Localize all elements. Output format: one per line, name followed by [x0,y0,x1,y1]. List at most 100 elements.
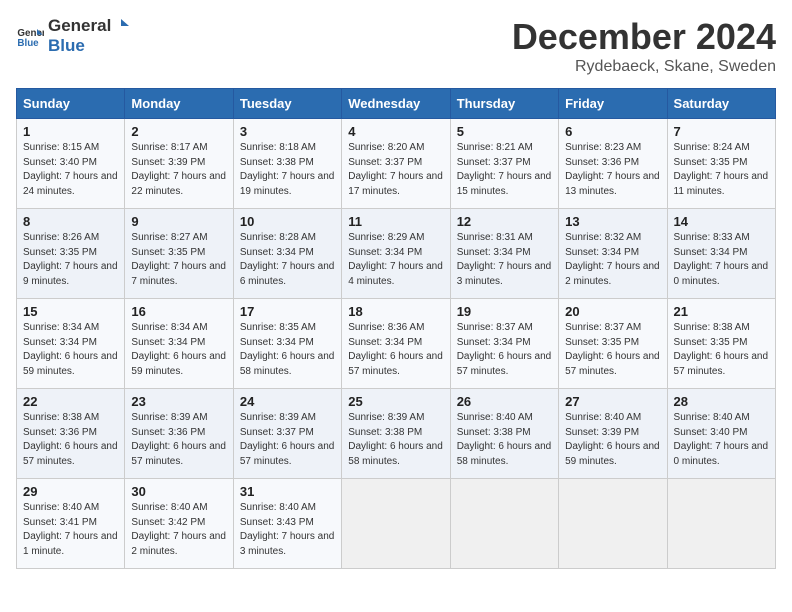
day-info: Sunrise: 8:39 AM Sunset: 3:36 PM Dayligh… [131,411,226,469]
day-cell: 25 Sunrise: 8:39 AM Sunset: 3:38 PM Dayl… [342,389,450,479]
day-info: Sunrise: 8:24 AM Sunset: 3:35 PM Dayligh… [674,141,769,199]
day-cell: 17 Sunrise: 8:35 AM Sunset: 3:34 PM Dayl… [233,299,341,389]
header-row: SundayMondayTuesdayWednesdayThursdayFrid… [17,89,776,119]
month-title: December 2024 [512,16,776,58]
day-info: Sunrise: 8:40 AM Sunset: 3:43 PM Dayligh… [240,501,335,559]
day-number: 9 [131,214,226,229]
day-info: Sunrise: 8:27 AM Sunset: 3:35 PM Dayligh… [131,231,226,289]
day-cell: 13 Sunrise: 8:32 AM Sunset: 3:34 PM Dayl… [559,209,667,299]
day-number: 2 [131,124,226,139]
day-number: 17 [240,304,335,319]
day-info: Sunrise: 8:17 AM Sunset: 3:39 PM Dayligh… [131,141,226,199]
day-cell: 23 Sunrise: 8:39 AM Sunset: 3:36 PM Dayl… [125,389,233,479]
day-cell: 29 Sunrise: 8:40 AM Sunset: 3:41 PM Dayl… [17,479,125,569]
logo-blue: Blue [48,36,131,56]
day-cell: 15 Sunrise: 8:34 AM Sunset: 3:34 PM Dayl… [17,299,125,389]
title-area: December 2024 Rydebaeck, Skane, Sweden [512,16,776,76]
day-number: 16 [131,304,226,319]
header-friday: Friday [559,89,667,119]
day-cell: 3 Sunrise: 8:18 AM Sunset: 3:38 PM Dayli… [233,119,341,209]
day-info: Sunrise: 8:18 AM Sunset: 3:38 PM Dayligh… [240,141,335,199]
day-number: 26 [457,394,552,409]
day-cell: 24 Sunrise: 8:39 AM Sunset: 3:37 PM Dayl… [233,389,341,479]
day-cell: 21 Sunrise: 8:38 AM Sunset: 3:35 PM Dayl… [667,299,775,389]
day-info: Sunrise: 8:26 AM Sunset: 3:35 PM Dayligh… [23,231,118,289]
day-cell: 10 Sunrise: 8:28 AM Sunset: 3:34 PM Dayl… [233,209,341,299]
day-cell: 20 Sunrise: 8:37 AM Sunset: 3:35 PM Dayl… [559,299,667,389]
calendar-table: SundayMondayTuesdayWednesdayThursdayFrid… [16,88,776,569]
day-info: Sunrise: 8:39 AM Sunset: 3:38 PM Dayligh… [348,411,443,469]
week-row-2: 8 Sunrise: 8:26 AM Sunset: 3:35 PM Dayli… [17,209,776,299]
day-info: Sunrise: 8:32 AM Sunset: 3:34 PM Dayligh… [565,231,660,289]
day-cell [667,479,775,569]
day-cell: 27 Sunrise: 8:40 AM Sunset: 3:39 PM Dayl… [559,389,667,479]
day-cell: 28 Sunrise: 8:40 AM Sunset: 3:40 PM Dayl… [667,389,775,479]
day-cell: 4 Sunrise: 8:20 AM Sunset: 3:37 PM Dayli… [342,119,450,209]
day-number: 24 [240,394,335,409]
day-number: 7 [674,124,769,139]
day-info: Sunrise: 8:40 AM Sunset: 3:38 PM Dayligh… [457,411,552,469]
day-number: 22 [23,394,118,409]
logo: General Blue General Blue [16,16,131,56]
day-info: Sunrise: 8:39 AM Sunset: 3:37 PM Dayligh… [240,411,335,469]
day-info: Sunrise: 8:20 AM Sunset: 3:37 PM Dayligh… [348,141,443,199]
day-number: 19 [457,304,552,319]
day-number: 30 [131,484,226,499]
day-cell [450,479,558,569]
day-cell: 1 Sunrise: 8:15 AM Sunset: 3:40 PM Dayli… [17,119,125,209]
day-info: Sunrise: 8:29 AM Sunset: 3:34 PM Dayligh… [348,231,443,289]
header-wednesday: Wednesday [342,89,450,119]
day-cell [342,479,450,569]
day-info: Sunrise: 8:23 AM Sunset: 3:36 PM Dayligh… [565,141,660,199]
day-number: 3 [240,124,335,139]
day-cell: 26 Sunrise: 8:40 AM Sunset: 3:38 PM Dayl… [450,389,558,479]
day-cell: 14 Sunrise: 8:33 AM Sunset: 3:34 PM Dayl… [667,209,775,299]
day-cell: 7 Sunrise: 8:24 AM Sunset: 3:35 PM Dayli… [667,119,775,209]
day-info: Sunrise: 8:21 AM Sunset: 3:37 PM Dayligh… [457,141,552,199]
day-info: Sunrise: 8:36 AM Sunset: 3:34 PM Dayligh… [348,321,443,379]
day-info: Sunrise: 8:40 AM Sunset: 3:40 PM Dayligh… [674,411,769,469]
header-sunday: Sunday [17,89,125,119]
day-cell: 11 Sunrise: 8:29 AM Sunset: 3:34 PM Dayl… [342,209,450,299]
day-info: Sunrise: 8:38 AM Sunset: 3:36 PM Dayligh… [23,411,118,469]
day-info: Sunrise: 8:38 AM Sunset: 3:35 PM Dayligh… [674,321,769,379]
day-number: 29 [23,484,118,499]
day-number: 20 [565,304,660,319]
header-saturday: Saturday [667,89,775,119]
day-number: 13 [565,214,660,229]
svg-text:Blue: Blue [17,38,39,49]
day-number: 11 [348,214,443,229]
page-header: General Blue General Blue December 2024 … [16,16,776,76]
day-number: 6 [565,124,660,139]
day-cell: 2 Sunrise: 8:17 AM Sunset: 3:39 PM Dayli… [125,119,233,209]
day-cell: 16 Sunrise: 8:34 AM Sunset: 3:34 PM Dayl… [125,299,233,389]
day-number: 12 [457,214,552,229]
day-number: 1 [23,124,118,139]
day-number: 5 [457,124,552,139]
day-cell: 18 Sunrise: 8:36 AM Sunset: 3:34 PM Dayl… [342,299,450,389]
day-info: Sunrise: 8:33 AM Sunset: 3:34 PM Dayligh… [674,231,769,289]
day-info: Sunrise: 8:15 AM Sunset: 3:40 PM Dayligh… [23,141,118,199]
day-info: Sunrise: 8:28 AM Sunset: 3:34 PM Dayligh… [240,231,335,289]
header-monday: Monday [125,89,233,119]
day-number: 14 [674,214,769,229]
day-cell [559,479,667,569]
week-row-3: 15 Sunrise: 8:34 AM Sunset: 3:34 PM Dayl… [17,299,776,389]
day-number: 23 [131,394,226,409]
day-cell: 9 Sunrise: 8:27 AM Sunset: 3:35 PM Dayli… [125,209,233,299]
day-info: Sunrise: 8:37 AM Sunset: 3:35 PM Dayligh… [565,321,660,379]
day-number: 4 [348,124,443,139]
day-info: Sunrise: 8:40 AM Sunset: 3:42 PM Dayligh… [131,501,226,559]
day-cell: 19 Sunrise: 8:37 AM Sunset: 3:34 PM Dayl… [450,299,558,389]
day-cell: 5 Sunrise: 8:21 AM Sunset: 3:37 PM Dayli… [450,119,558,209]
day-cell: 6 Sunrise: 8:23 AM Sunset: 3:36 PM Dayli… [559,119,667,209]
day-info: Sunrise: 8:34 AM Sunset: 3:34 PM Dayligh… [23,321,118,379]
week-row-1: 1 Sunrise: 8:15 AM Sunset: 3:40 PM Dayli… [17,119,776,209]
header-tuesday: Tuesday [233,89,341,119]
logo-arrow-icon [113,17,131,35]
day-cell: 8 Sunrise: 8:26 AM Sunset: 3:35 PM Dayli… [17,209,125,299]
day-info: Sunrise: 8:31 AM Sunset: 3:34 PM Dayligh… [457,231,552,289]
day-number: 21 [674,304,769,319]
day-cell: 22 Sunrise: 8:38 AM Sunset: 3:36 PM Dayl… [17,389,125,479]
day-info: Sunrise: 8:40 AM Sunset: 3:39 PM Dayligh… [565,411,660,469]
